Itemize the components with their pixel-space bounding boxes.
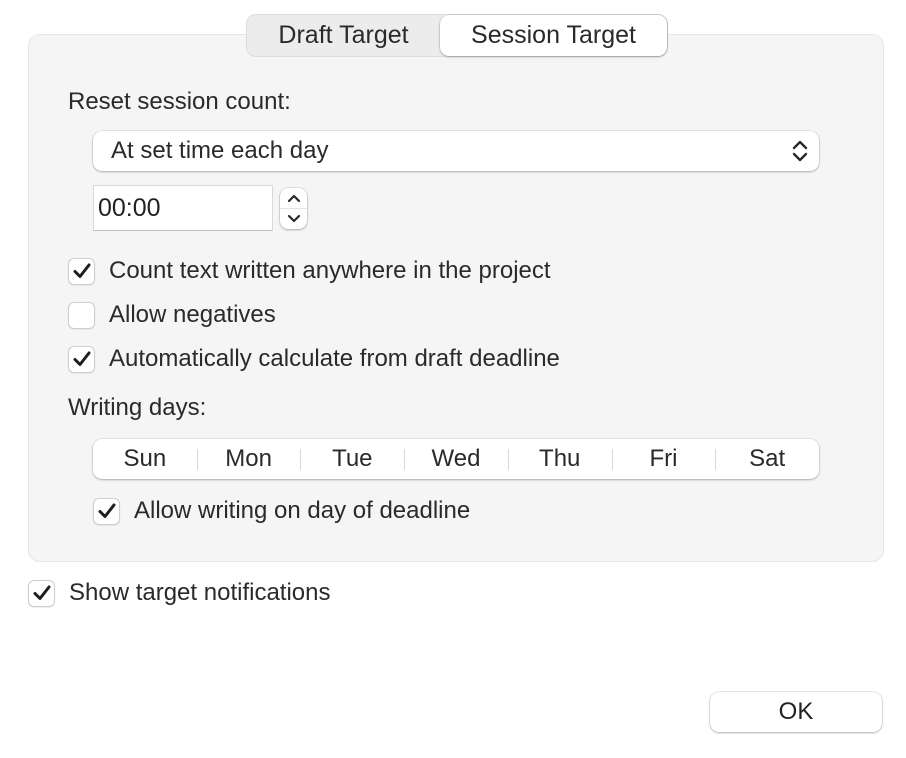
ok-button[interactable]: OK: [710, 692, 882, 732]
reset-mode-value: At set time each day: [111, 137, 329, 164]
stepper-increment[interactable]: [280, 188, 307, 208]
show-notifications-checkbox[interactable]: Show target notifications: [28, 579, 330, 607]
reset-mode-popup[interactable]: At set time each day: [93, 131, 819, 171]
day-mon[interactable]: Mon: [196, 439, 301, 479]
checkbox-label: Automatically calculate from draft deadl…: [109, 345, 560, 372]
day-thu[interactable]: Thu: [507, 439, 612, 479]
reset-time-field[interactable]: [93, 185, 273, 231]
checkmark-icon: [98, 503, 115, 518]
day-fri[interactable]: Fri: [611, 439, 716, 479]
target-tabs: Draft Target Session Target: [246, 14, 668, 57]
checkbox-label: Count text written anywhere in the proje…: [109, 257, 551, 284]
allow-deadline-day-checkbox[interactable]: Allow writing on day of deadline: [93, 497, 470, 525]
checkbox-label: Show target notifications: [69, 579, 331, 606]
count-anywhere-checkbox[interactable]: Count text written anywhere in the proje…: [68, 257, 551, 285]
reset-session-count-label: Reset session count:: [68, 88, 291, 115]
day-tue[interactable]: Tue: [300, 439, 404, 479]
auto-calculate-checkbox[interactable]: Automatically calculate from draft deadl…: [68, 345, 560, 373]
checkbox-label: Allow writing on day of deadline: [134, 497, 471, 524]
allow-negatives-checkbox[interactable]: Allow negatives: [68, 301, 276, 329]
checkmark-icon: [73, 351, 90, 366]
checkbox-box[interactable]: [93, 497, 120, 525]
up-down-chevron-icon: [792, 140, 808, 162]
day-sat[interactable]: Sat: [715, 439, 819, 479]
writing-days-label: Writing days:: [68, 394, 207, 421]
chevron-up-icon: [287, 194, 300, 203]
day-sun[interactable]: Sun: [93, 439, 197, 479]
reset-time-stepper[interactable]: [280, 188, 307, 229]
tab-draft-target[interactable]: Draft Target: [247, 15, 440, 56]
checkbox-box[interactable]: [28, 579, 55, 607]
checkbox-label: Allow negatives: [109, 301, 276, 328]
tab-session-target[interactable]: Session Target: [440, 15, 667, 56]
stepper-decrement[interactable]: [280, 208, 307, 228]
checkbox-box[interactable]: [68, 345, 95, 373]
checkbox-box[interactable]: [68, 301, 95, 329]
checkmark-icon: [33, 585, 50, 600]
chevron-down-icon: [287, 214, 300, 222]
reset-time-input[interactable]: [94, 186, 272, 230]
checkbox-box[interactable]: [68, 257, 95, 285]
checkmark-icon: [73, 263, 90, 278]
writing-days-segmented-control: Sun Mon Tue Wed Thu Fri Sat: [93, 439, 819, 479]
day-wed[interactable]: Wed: [404, 439, 508, 479]
